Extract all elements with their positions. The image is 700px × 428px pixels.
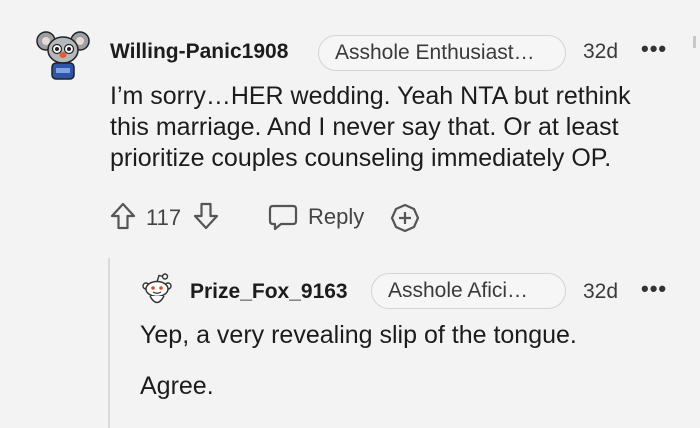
comment-body: I’m sorry…HER wedding. Yeah NTA but reth… [110, 82, 631, 172]
reply-more-options-button[interactable]: ••• [641, 276, 667, 302]
comment-user-flair: Asshole Enthusiast… [318, 35, 566, 71]
upvote-button[interactable] [110, 202, 136, 230]
snoo-avatar-icon[interactable] [140, 273, 174, 309]
reply-button[interactable]: Reply [268, 202, 364, 232]
reply-body-line-1: Yep, a very revealing slip of the tongue… [140, 321, 577, 349]
scrollbar-thumb[interactable] [693, 36, 696, 48]
reply-user-flair: Asshole Afici… [371, 273, 566, 309]
reply-body-line-2: Agree. [140, 372, 214, 400]
thread-line[interactable] [108, 258, 110, 428]
reply-username[interactable]: Prize_Fox_9163 [190, 280, 348, 304]
upvote-icon [110, 202, 136, 230]
downvote-button[interactable] [193, 202, 219, 230]
koala-avatar-icon[interactable] [35, 28, 91, 84]
comment-username[interactable]: Willing-Panic1908 [110, 40, 288, 64]
reply-age: 32d [583, 280, 619, 303]
reply-chat-icon [268, 204, 298, 231]
downvote-icon [193, 202, 219, 230]
comment-age: 32d [583, 40, 619, 63]
reply-label: Reply [308, 204, 365, 229]
vote-count: 117 [146, 205, 182, 230]
award-plus-icon [390, 203, 420, 233]
award-button[interactable] [390, 203, 420, 233]
comment-more-options-button[interactable]: ••• [641, 36, 667, 62]
